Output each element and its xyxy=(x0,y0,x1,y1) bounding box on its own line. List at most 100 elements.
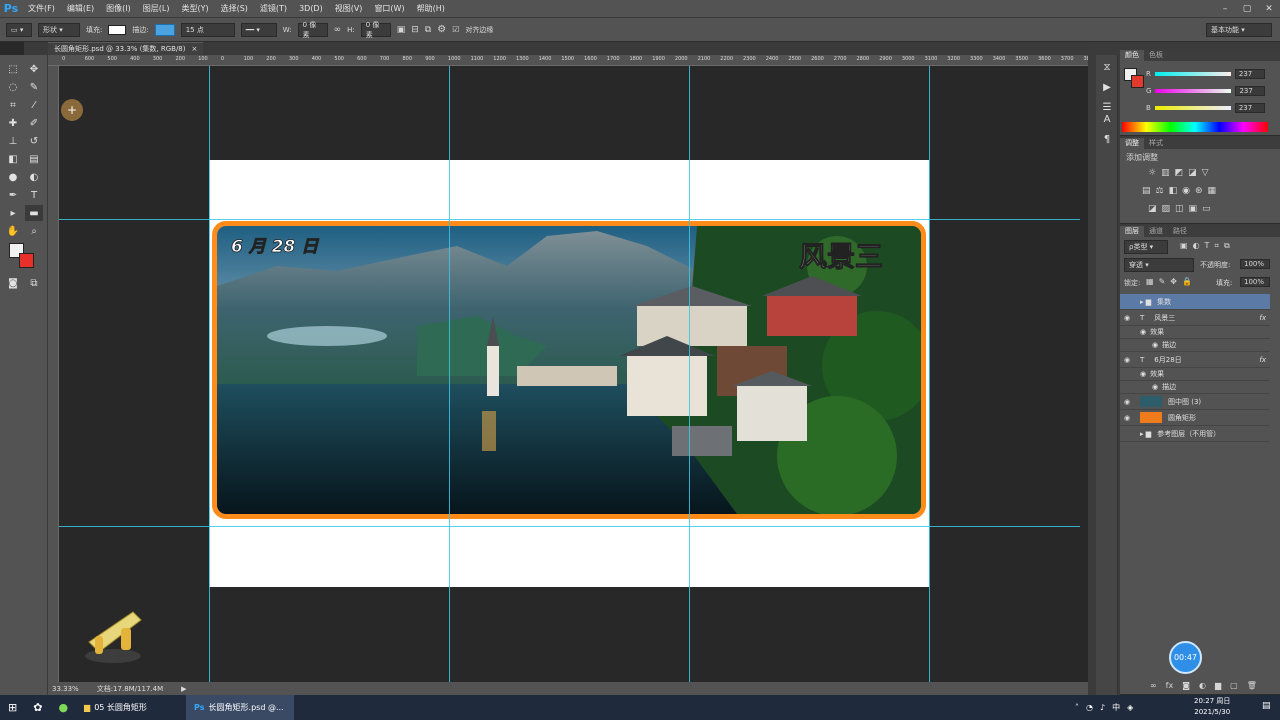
gear-icon[interactable]: ⚙ xyxy=(437,24,446,35)
layer-effect-row[interactable]: ◉ 效果 xyxy=(1120,326,1270,339)
lookup-icon[interactable]: ▦ xyxy=(1208,186,1217,196)
network-icon[interactable]: ◔ xyxy=(1086,703,1093,712)
canvas-area[interactable]: 6 月 28 日 风景三 + xyxy=(59,66,1080,682)
layer-row[interactable]: ◉ 圆角矩形 xyxy=(1120,410,1270,426)
path-arrange-icon[interactable]: ⧉ xyxy=(425,25,431,35)
maximize-icon[interactable]: ▢ xyxy=(1236,0,1258,18)
guide-vertical[interactable] xyxy=(929,66,930,682)
menu-3d[interactable]: 3D(D) xyxy=(293,0,329,18)
zoom-level[interactable]: 33.33% xyxy=(52,685,79,693)
mixer-icon[interactable]: ⊛ xyxy=(1195,186,1203,196)
guide-horizontal[interactable] xyxy=(59,219,1080,220)
adjust-filter-icon[interactable]: ◐ xyxy=(1193,241,1200,251)
actions-panel-icon[interactable]: ▶ xyxy=(1098,79,1116,95)
taskbar-app-2[interactable]: ● xyxy=(50,695,76,720)
fill-opacity-field[interactable]: 100% xyxy=(1240,277,1270,287)
lock-paint-icon[interactable]: ✎ xyxy=(1159,277,1166,286)
curves-icon[interactable]: ◩ xyxy=(1175,168,1184,178)
tool-preset-picker[interactable]: ▭ ▾ xyxy=(6,22,32,37)
tab-channels[interactable]: 通道 xyxy=(1144,226,1168,237)
balance-icon[interactable]: ⚖ xyxy=(1156,186,1164,196)
new-layer-icon[interactable]: ▢ xyxy=(1230,681,1238,690)
selective-color-icon[interactable]: ▣ xyxy=(1189,204,1198,214)
path-ops-icon[interactable]: ▣ xyxy=(397,25,406,35)
shape-filter-icon[interactable]: ⌗ xyxy=(1214,241,1219,251)
gradient-tool-icon[interactable]: ▤ xyxy=(25,151,43,167)
menu-file[interactable]: 文件(F) xyxy=(22,0,61,18)
link-icon[interactable]: ∞ xyxy=(334,25,342,35)
minimize-icon[interactable]: – xyxy=(1214,0,1236,18)
color-spectrum[interactable] xyxy=(1122,122,1268,132)
guide-vertical[interactable] xyxy=(209,66,210,682)
tab-layers[interactable]: 图层 xyxy=(1120,226,1144,237)
eye-icon[interactable]: ◉ xyxy=(1120,314,1134,322)
guide-vertical[interactable] xyxy=(689,66,690,682)
lock-position-icon[interactable]: ✥ xyxy=(1170,277,1177,286)
history-brush-icon[interactable]: ↺ xyxy=(25,133,43,149)
tab-swatches[interactable]: 色板 xyxy=(1144,50,1168,61)
menu-filter[interactable]: 滤镜(T) xyxy=(254,0,293,18)
delete-layer-icon[interactable]: 🗑 xyxy=(1247,681,1257,690)
eye-icon[interactable]: ◉ xyxy=(1120,414,1134,422)
clock[interactable]: 20:27 周日 2021/5/30 xyxy=(1194,696,1230,718)
workspace-select[interactable]: 基本功能 ▾ xyxy=(1206,23,1272,37)
mode-select[interactable]: 形状 ▾ xyxy=(38,22,80,37)
taskbar-photoshop[interactable]: Ps 长圆角矩形.psd @... xyxy=(186,695,295,720)
stroke-swatch[interactable] xyxy=(154,23,175,36)
invert-icon[interactable]: ◪ xyxy=(1148,204,1157,214)
layer-filter-select[interactable]: ρ类型 ▾ xyxy=(1124,240,1168,254)
layer-row[interactable]: ◉ T 风景三 fx xyxy=(1120,310,1270,326)
character-panel-icon[interactable]: A xyxy=(1098,111,1116,127)
blue-value[interactable]: 237 xyxy=(1234,103,1265,113)
hue-icon[interactable]: ▤ xyxy=(1142,186,1151,196)
eyedropper-tool-icon[interactable]: ⁄ xyxy=(25,97,43,113)
ime-indicator[interactable]: 中 xyxy=(1112,702,1120,713)
menu-type[interactable]: 类型(Y) xyxy=(175,0,214,18)
menu-window[interactable]: 窗口(W) xyxy=(368,0,410,18)
dodge-tool-icon[interactable]: ◐ xyxy=(25,169,43,185)
rectangle-tool-icon[interactable]: ▬ xyxy=(25,205,43,221)
stroke-size-field[interactable]: 15 点 xyxy=(180,22,235,37)
add-mask-icon[interactable]: ◙ xyxy=(1182,681,1190,690)
brush-tool-icon[interactable]: ✐ xyxy=(25,115,43,131)
eye-icon[interactable]: ◉ xyxy=(1152,341,1158,349)
brightness-icon[interactable]: ☼ xyxy=(1148,168,1156,178)
layer-effect-row[interactable]: ◉ 效果 xyxy=(1120,368,1270,381)
bg-color-chip[interactable] xyxy=(1131,75,1144,88)
link-layers-icon[interactable]: ∞ xyxy=(1150,681,1157,690)
opacity-field[interactable]: 100% xyxy=(1240,259,1270,269)
photo-filter-icon[interactable]: ◉ xyxy=(1182,186,1190,196)
exposure-icon[interactable]: ◪ xyxy=(1188,168,1197,178)
guide-horizontal[interactable] xyxy=(59,526,1080,527)
screen-mode-icon[interactable]: ⧉ xyxy=(25,275,43,291)
start-button[interactable]: ⊞ xyxy=(0,695,25,720)
add-style-icon[interactable]: fx xyxy=(1166,681,1174,690)
paragraph-panel-icon[interactable]: ¶ xyxy=(1098,131,1116,147)
healing-tool-icon[interactable]: ✚ xyxy=(4,115,22,131)
smart-filter-icon[interactable]: ⧉ xyxy=(1224,241,1230,251)
type-filter-icon[interactable]: T xyxy=(1205,241,1210,251)
layer-row[interactable]: ◉ T 6月28日 fx xyxy=(1120,352,1270,368)
fill-swatch[interactable] xyxy=(108,24,127,35)
lasso-tool-icon[interactable]: ◌ xyxy=(4,79,22,95)
document-tab[interactable]: 长圆角矩形.psd @ 33.3% (集数, RGB/8) × xyxy=(48,42,204,55)
move-tool-icon[interactable]: ✥ xyxy=(25,61,43,77)
layer-row[interactable]: ▸ ▆ 集数 xyxy=(1120,294,1270,310)
eye-icon[interactable]: ◉ xyxy=(1140,328,1146,336)
status-menu-icon[interactable]: ▶ xyxy=(181,685,186,693)
fx-icon[interactable]: fx xyxy=(1259,314,1266,322)
new-group-icon[interactable]: ▆ xyxy=(1215,681,1221,690)
bw-icon[interactable]: ◧ xyxy=(1169,186,1178,196)
type-tool-icon[interactable]: T xyxy=(25,187,43,203)
pixel-filter-icon[interactable]: ▣ xyxy=(1180,241,1188,251)
pen-tool-icon[interactable]: ✒ xyxy=(4,187,22,203)
green-slider[interactable] xyxy=(1155,89,1232,93)
close-icon[interactable]: ✕ xyxy=(1258,0,1280,18)
history-panel-icon[interactable]: ⧖ xyxy=(1098,59,1116,75)
path-align-icon[interactable]: ⊟ xyxy=(411,25,419,35)
background-color-swatch[interactable] xyxy=(19,253,34,268)
hand-tool-icon[interactable]: ✋ xyxy=(4,223,22,239)
fx-icon[interactable]: fx xyxy=(1259,356,1266,364)
taskbar-app-1[interactable]: ✿ xyxy=(25,695,50,720)
menu-view[interactable]: 视图(V) xyxy=(329,0,369,18)
